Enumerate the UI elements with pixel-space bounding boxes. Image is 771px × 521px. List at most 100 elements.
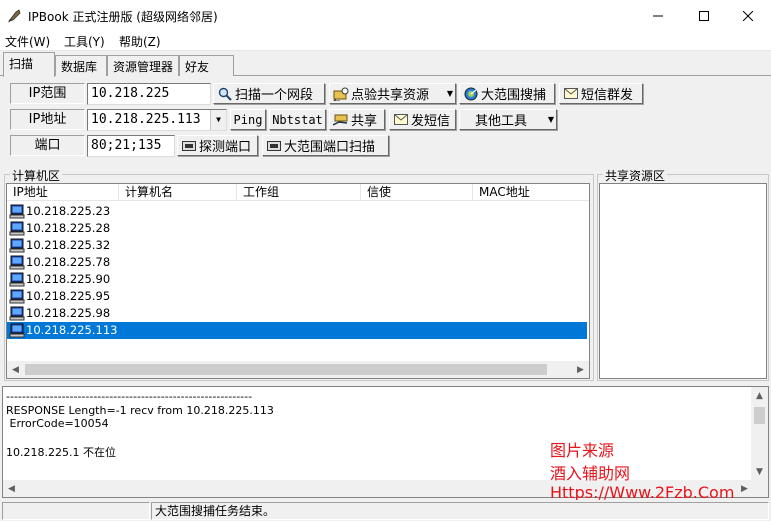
other-tools-dropdown[interactable]: 其他工具 ▼ (459, 109, 557, 130)
row-ip: 10.218.225.23 (26, 204, 111, 218)
envelope-icon (563, 87, 579, 101)
computer-area-label: 计算机区 (10, 167, 63, 184)
minimize-button[interactable] (635, 0, 681, 31)
maximize-icon (699, 10, 709, 21)
computer-icon (9, 204, 25, 219)
share-hand-icon (333, 113, 349, 127)
probe-port-label: 探测端口 (199, 140, 252, 155)
table-row[interactable]: 10.218.225.32 (7, 237, 587, 254)
computer-icon (9, 306, 25, 321)
status-panel-2: 大范围搜捕任务结束。 (151, 502, 769, 520)
tab-scan[interactable]: 扫描 (3, 52, 55, 77)
window-title: IPBook 正式注册版 (超级网络邻居) (28, 10, 218, 24)
tab-database[interactable]: 数据库 (55, 55, 107, 76)
wide-search-button[interactable]: 大范围搜捕 (459, 83, 555, 104)
check-shares-label: 点验共享资源 (351, 88, 430, 103)
magnifier-icon (217, 87, 233, 101)
port-icon (181, 139, 197, 153)
log-output[interactable]: ----------------------------------------… (2, 386, 769, 498)
chevron-down-icon[interactable]: ▼ (210, 110, 226, 130)
tab-friends[interactable]: 好友 (179, 55, 234, 76)
send-sms-label: 发短信 (411, 114, 451, 129)
scroll-thumb[interactable] (754, 407, 765, 424)
column-messenger[interactable]: 信使 (361, 184, 473, 201)
ip-address-label: IP地址 (10, 109, 85, 130)
chevron-down-icon: ▼ (446, 89, 453, 98)
row-ip: 10.218.225.90 (26, 272, 111, 286)
port-input[interactable]: 80;21;135 (87, 135, 175, 157)
app-window: IPBook 正式注册版 (超级网络邻居) 文件(W) 工具(Y) 帮助(Z) … (0, 0, 771, 521)
column-workgroup[interactable]: 工作组 (237, 184, 361, 201)
table-row[interactable]: 10.218.225.98 (7, 305, 587, 322)
scroll-left-icon[interactable]: ◀ (3, 480, 20, 497)
app-logo-icon (7, 9, 21, 23)
ip-address-combo[interactable]: 10.218.225.113 ▼ (87, 109, 227, 131)
column-mac[interactable]: MAC地址 (473, 184, 589, 201)
column-computer-name[interactable]: 计算机名 (119, 184, 237, 201)
wide-search-label: 大范围搜捕 (481, 88, 547, 103)
shared-resources-label: 共享资源区 (603, 167, 668, 184)
status-bar: 大范围搜捕任务结束。 (0, 500, 771, 521)
menu-help[interactable]: 帮助(Z) (119, 33, 161, 50)
computer-icon (9, 238, 25, 253)
tab-resource-manager[interactable]: 资源管理器 (107, 55, 179, 76)
sms-mass-button[interactable]: 短信群发 (559, 83, 643, 104)
check-shares-dropdown[interactable]: 点验共享资源 ▼ (329, 83, 456, 104)
ip-range-input[interactable]: 10.218.225 (87, 83, 211, 105)
table-row[interactable]: 10.218.225.95 (7, 288, 587, 305)
ping-button[interactable]: Ping (230, 109, 266, 130)
watermark-line-2: 酒入辅助网 (550, 464, 631, 483)
status-panel-1 (2, 502, 150, 520)
computer-list[interactable]: IP地址 计算机名 工作组 信使 MAC地址 10.218.225.23 10.2… (6, 183, 590, 379)
vertical-scrollbar[interactable]: ▲ ▼ (751, 387, 768, 497)
computer-icon (9, 289, 25, 304)
share-button[interactable]: 共享 (329, 109, 385, 130)
row-ip: 10.218.225.113 (26, 323, 118, 337)
maximize-button[interactable] (681, 0, 727, 31)
row-ip: 10.218.225.98 (26, 306, 111, 320)
scan-segment-label: 扫描一个网段 (235, 88, 314, 103)
horizontal-scrollbar[interactable]: ◀ ▶ (7, 361, 589, 378)
table-row[interactable]: 10.218.225.90 (7, 271, 587, 288)
wide-port-scan-button[interactable]: 大范围端口扫描 (262, 135, 389, 156)
nbtstat-button[interactable]: Nbtstat (269, 109, 326, 130)
table-row[interactable]: 10.218.225.28 (7, 220, 587, 237)
row-ip: 10.218.225.78 (26, 255, 111, 269)
close-button[interactable] (725, 0, 771, 31)
scroll-down-icon[interactable]: ▼ (751, 463, 768, 480)
computer-icon (9, 323, 25, 338)
share-label: 共享 (351, 114, 378, 129)
probe-port-button[interactable]: 探测端口 (177, 135, 258, 156)
scroll-left-icon[interactable]: ◀ (7, 361, 24, 378)
menu-file[interactable]: 文件(W) (5, 33, 50, 50)
column-ip[interactable]: IP地址 (7, 184, 119, 201)
send-sms-button[interactable]: 发短信 (389, 109, 456, 130)
menu-tools[interactable]: 工具(Y) (64, 33, 105, 50)
log-line: ----------------------------------------… (6, 390, 253, 403)
scroll-right-icon[interactable]: ▶ (736, 480, 753, 497)
minimize-icon (653, 15, 663, 16)
watermark-line-1: 图片来源 (550, 441, 615, 460)
table-row[interactable]: 10.218.225.23 (7, 203, 587, 220)
table-row[interactable]: 10.218.225.113 (7, 322, 587, 339)
close-icon (743, 10, 753, 21)
scroll-thumb[interactable] (25, 364, 547, 375)
ip-range-label: IP范围 (10, 83, 85, 104)
row-ip: 10.218.225.32 (26, 238, 111, 252)
log-line: RESPONSE Length=-1 recv from 10.218.225.… (6, 404, 274, 417)
table-row[interactable]: 10.218.225.78 (7, 254, 587, 271)
scan-segment-button[interactable]: 扫描一个网段 (213, 83, 325, 104)
wide-port-scan-label: 大范围端口扫描 (284, 140, 376, 155)
log-line: 10.218.225.1 不在位 (6, 446, 116, 459)
row-ip: 10.218.225.95 (26, 289, 111, 303)
computer-icon (9, 272, 25, 287)
scroll-right-icon[interactable]: ▶ (572, 361, 589, 378)
computer-icon (9, 255, 25, 270)
chevron-down-icon: ▼ (547, 115, 554, 124)
sms-mass-label: 短信群发 (581, 88, 634, 103)
shared-resources-list[interactable] (599, 183, 767, 379)
port-label: 端口 (10, 135, 85, 156)
scroll-up-icon[interactable]: ▲ (751, 387, 768, 404)
title-bar: IPBook 正式注册版 (超级网络邻居) (0, 0, 771, 31)
computer-list-header: IP地址 计算机名 工作组 信使 MAC地址 (7, 184, 589, 201)
